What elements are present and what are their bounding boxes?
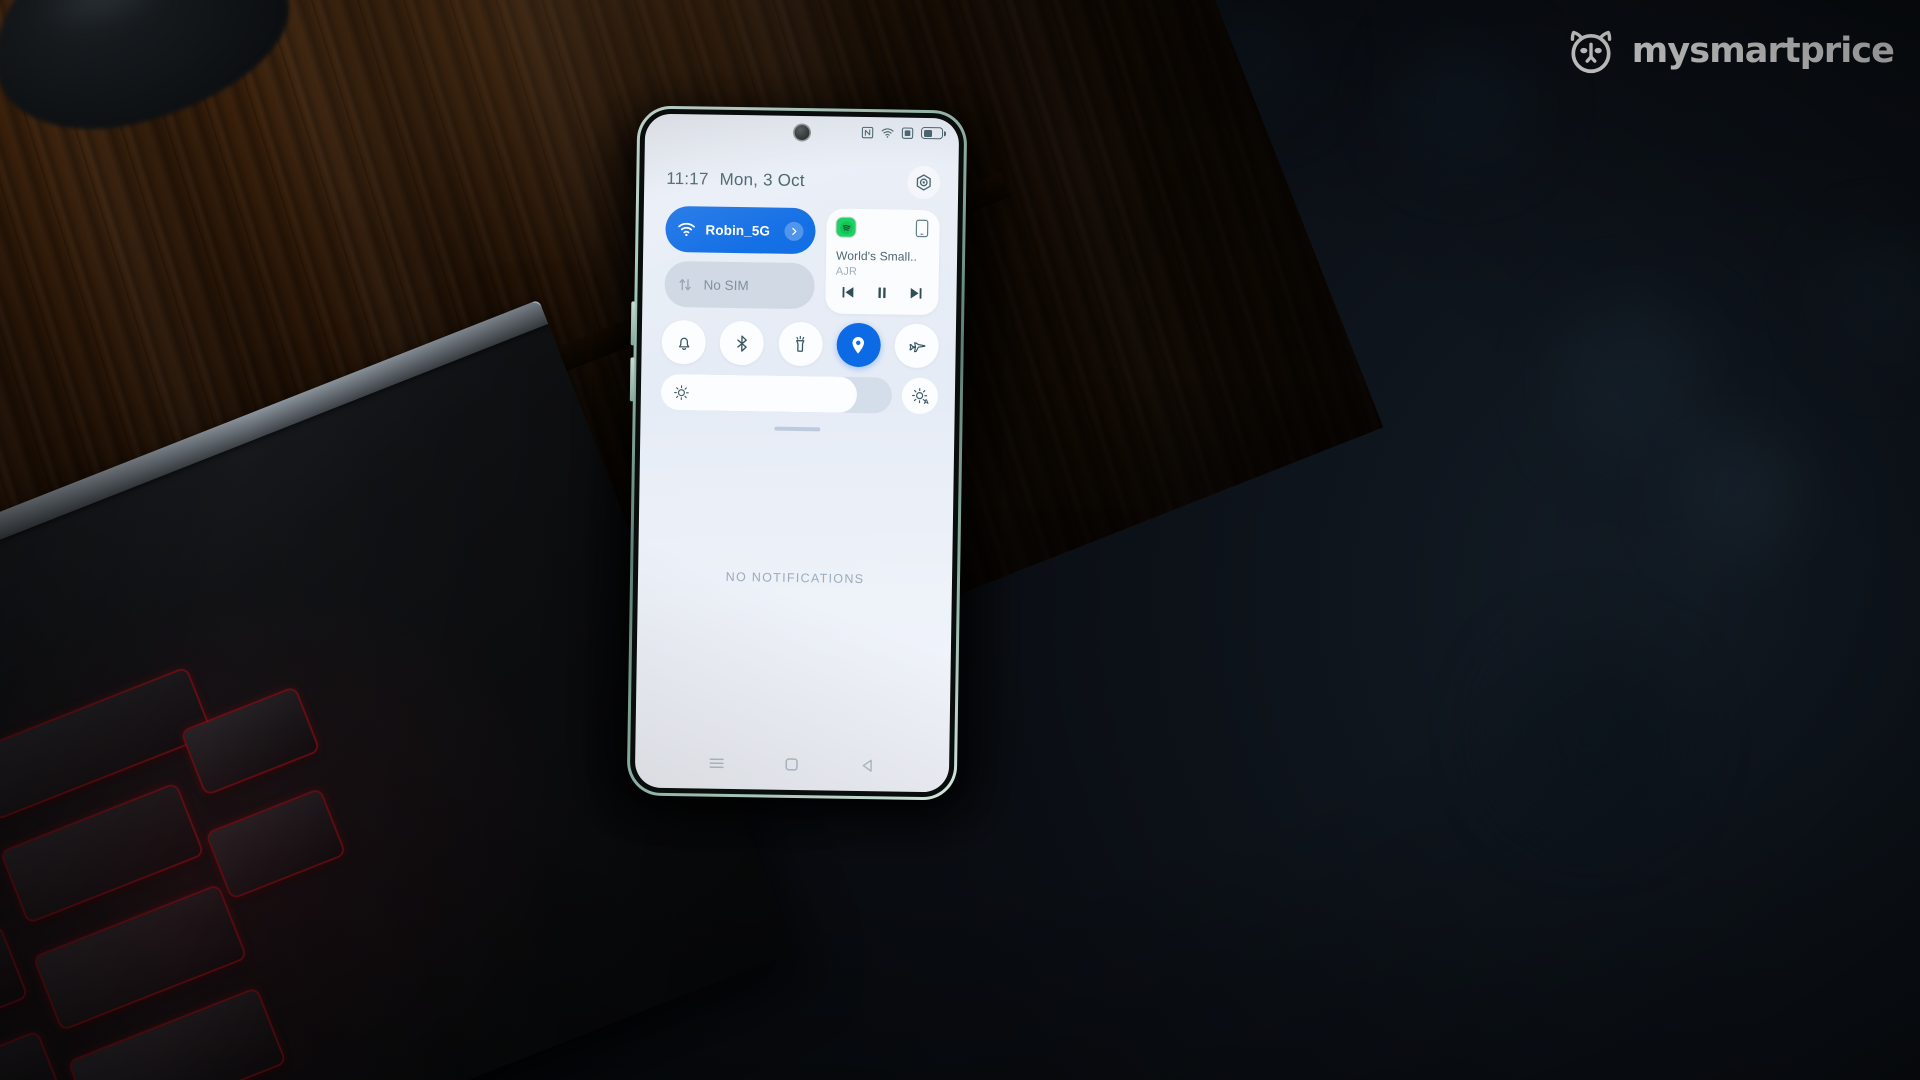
nav-home-button[interactable] — [782, 755, 801, 779]
media-previous-button[interactable] — [839, 284, 856, 306]
skip-previous-icon — [842, 286, 854, 298]
toggle-flashlight[interactable] — [777, 321, 823, 367]
skip-next-icon — [910, 288, 922, 299]
media-player-card[interactable]: World's Small.. AJR — [825, 208, 940, 316]
toggle-bluetooth[interactable] — [719, 320, 765, 366]
wifi-icon — [678, 222, 695, 237]
brightness-slider-fill — [660, 373, 858, 413]
panel-drag-handle[interactable] — [774, 426, 821, 432]
clock-row: 11:17 Mon, 3 Oct — [666, 162, 941, 200]
clock-time: 11:17 — [666, 168, 709, 189]
toggle-location[interactable] — [836, 322, 881, 368]
bell-icon — [678, 337, 689, 350]
navigation-bar — [635, 747, 949, 786]
watermark-brand: mysmartprice — [1631, 31, 1895, 71]
volume-down-button[interactable] — [629, 357, 635, 402]
gear-icon — [916, 174, 931, 191]
media-track-title: World's Small.. — [835, 248, 918, 264]
svg-text:A: A — [923, 398, 928, 405]
brightness-auto-icon: A — [911, 387, 928, 405]
tile-mobile-data-label: No SIM — [703, 277, 749, 293]
phone-screen[interactable]: 11:17 Mon, 3 Oct Robin_5G No SIM World's… — [634, 113, 960, 793]
phone-frame: 11:17 Mon, 3 Oct Robin_5G No SIM World's… — [626, 105, 968, 801]
bluetooth-icon — [736, 335, 747, 352]
nav-back-button[interactable] — [858, 756, 877, 780]
toggle-ringer[interactable] — [661, 319, 707, 365]
auto-brightness-button[interactable]: A — [901, 377, 939, 415]
location-pin-icon — [852, 336, 865, 354]
brightness-icon — [674, 384, 689, 400]
photo-scene: + + 9 6 3 2 — [0, 0, 1920, 1080]
spotify-icon — [836, 217, 856, 237]
tile-wifi[interactable]: Robin_5G — [665, 205, 816, 255]
quick-tiles-grid: Robin_5G No SIM World's Small.. AJR — [664, 205, 940, 316]
media-play-pause-button[interactable] — [873, 284, 890, 306]
chevron-right-icon — [792, 227, 797, 235]
cast-button[interactable] — [914, 219, 929, 243]
home-square-icon — [785, 758, 799, 771]
quick-settings-panel: 11:17 Mon, 3 Oct Robin_5G No SIM World's… — [635, 114, 960, 793]
brightness-slider[interactable] — [660, 373, 893, 414]
smartphone: 11:17 Mon, 3 Oct Robin_5G No SIM World's… — [604, 105, 992, 821]
data-transfer-icon — [679, 278, 691, 290]
clock-date: Mon, 3 Oct — [719, 169, 805, 190]
watermark: mysmartprice — [1564, 24, 1895, 78]
media-next-button[interactable] — [907, 285, 924, 307]
owl-logo-icon — [1570, 30, 1612, 74]
battery-icon — [920, 126, 944, 140]
recents-icon — [709, 758, 724, 769]
flashlight-icon — [796, 335, 805, 352]
tile-mobile-data[interactable]: No SIM — [664, 260, 815, 310]
alarm-icon — [901, 126, 914, 139]
no-notifications-text: NO NOTIFICATIONS — [725, 569, 865, 587]
wifi-icon — [881, 127, 894, 138]
pause-icon — [878, 287, 886, 299]
media-artist: AJR — [835, 265, 858, 278]
nfc-icon — [861, 126, 874, 138]
brightness-row: A — [660, 373, 939, 415]
settings-button[interactable] — [907, 165, 941, 200]
tile-wifi-label: Robin_5G — [705, 222, 771, 239]
nav-recents-button[interactable] — [707, 754, 726, 778]
tile-wifi-expand[interactable] — [784, 221, 804, 241]
back-triangle-icon — [862, 759, 872, 772]
cast-phone-icon — [915, 219, 929, 238]
quick-toggle-row — [661, 319, 940, 369]
volume-up-button[interactable] — [630, 301, 636, 346]
toggle-airplane-mode[interactable] — [894, 323, 940, 369]
airplane-icon — [909, 342, 926, 353]
